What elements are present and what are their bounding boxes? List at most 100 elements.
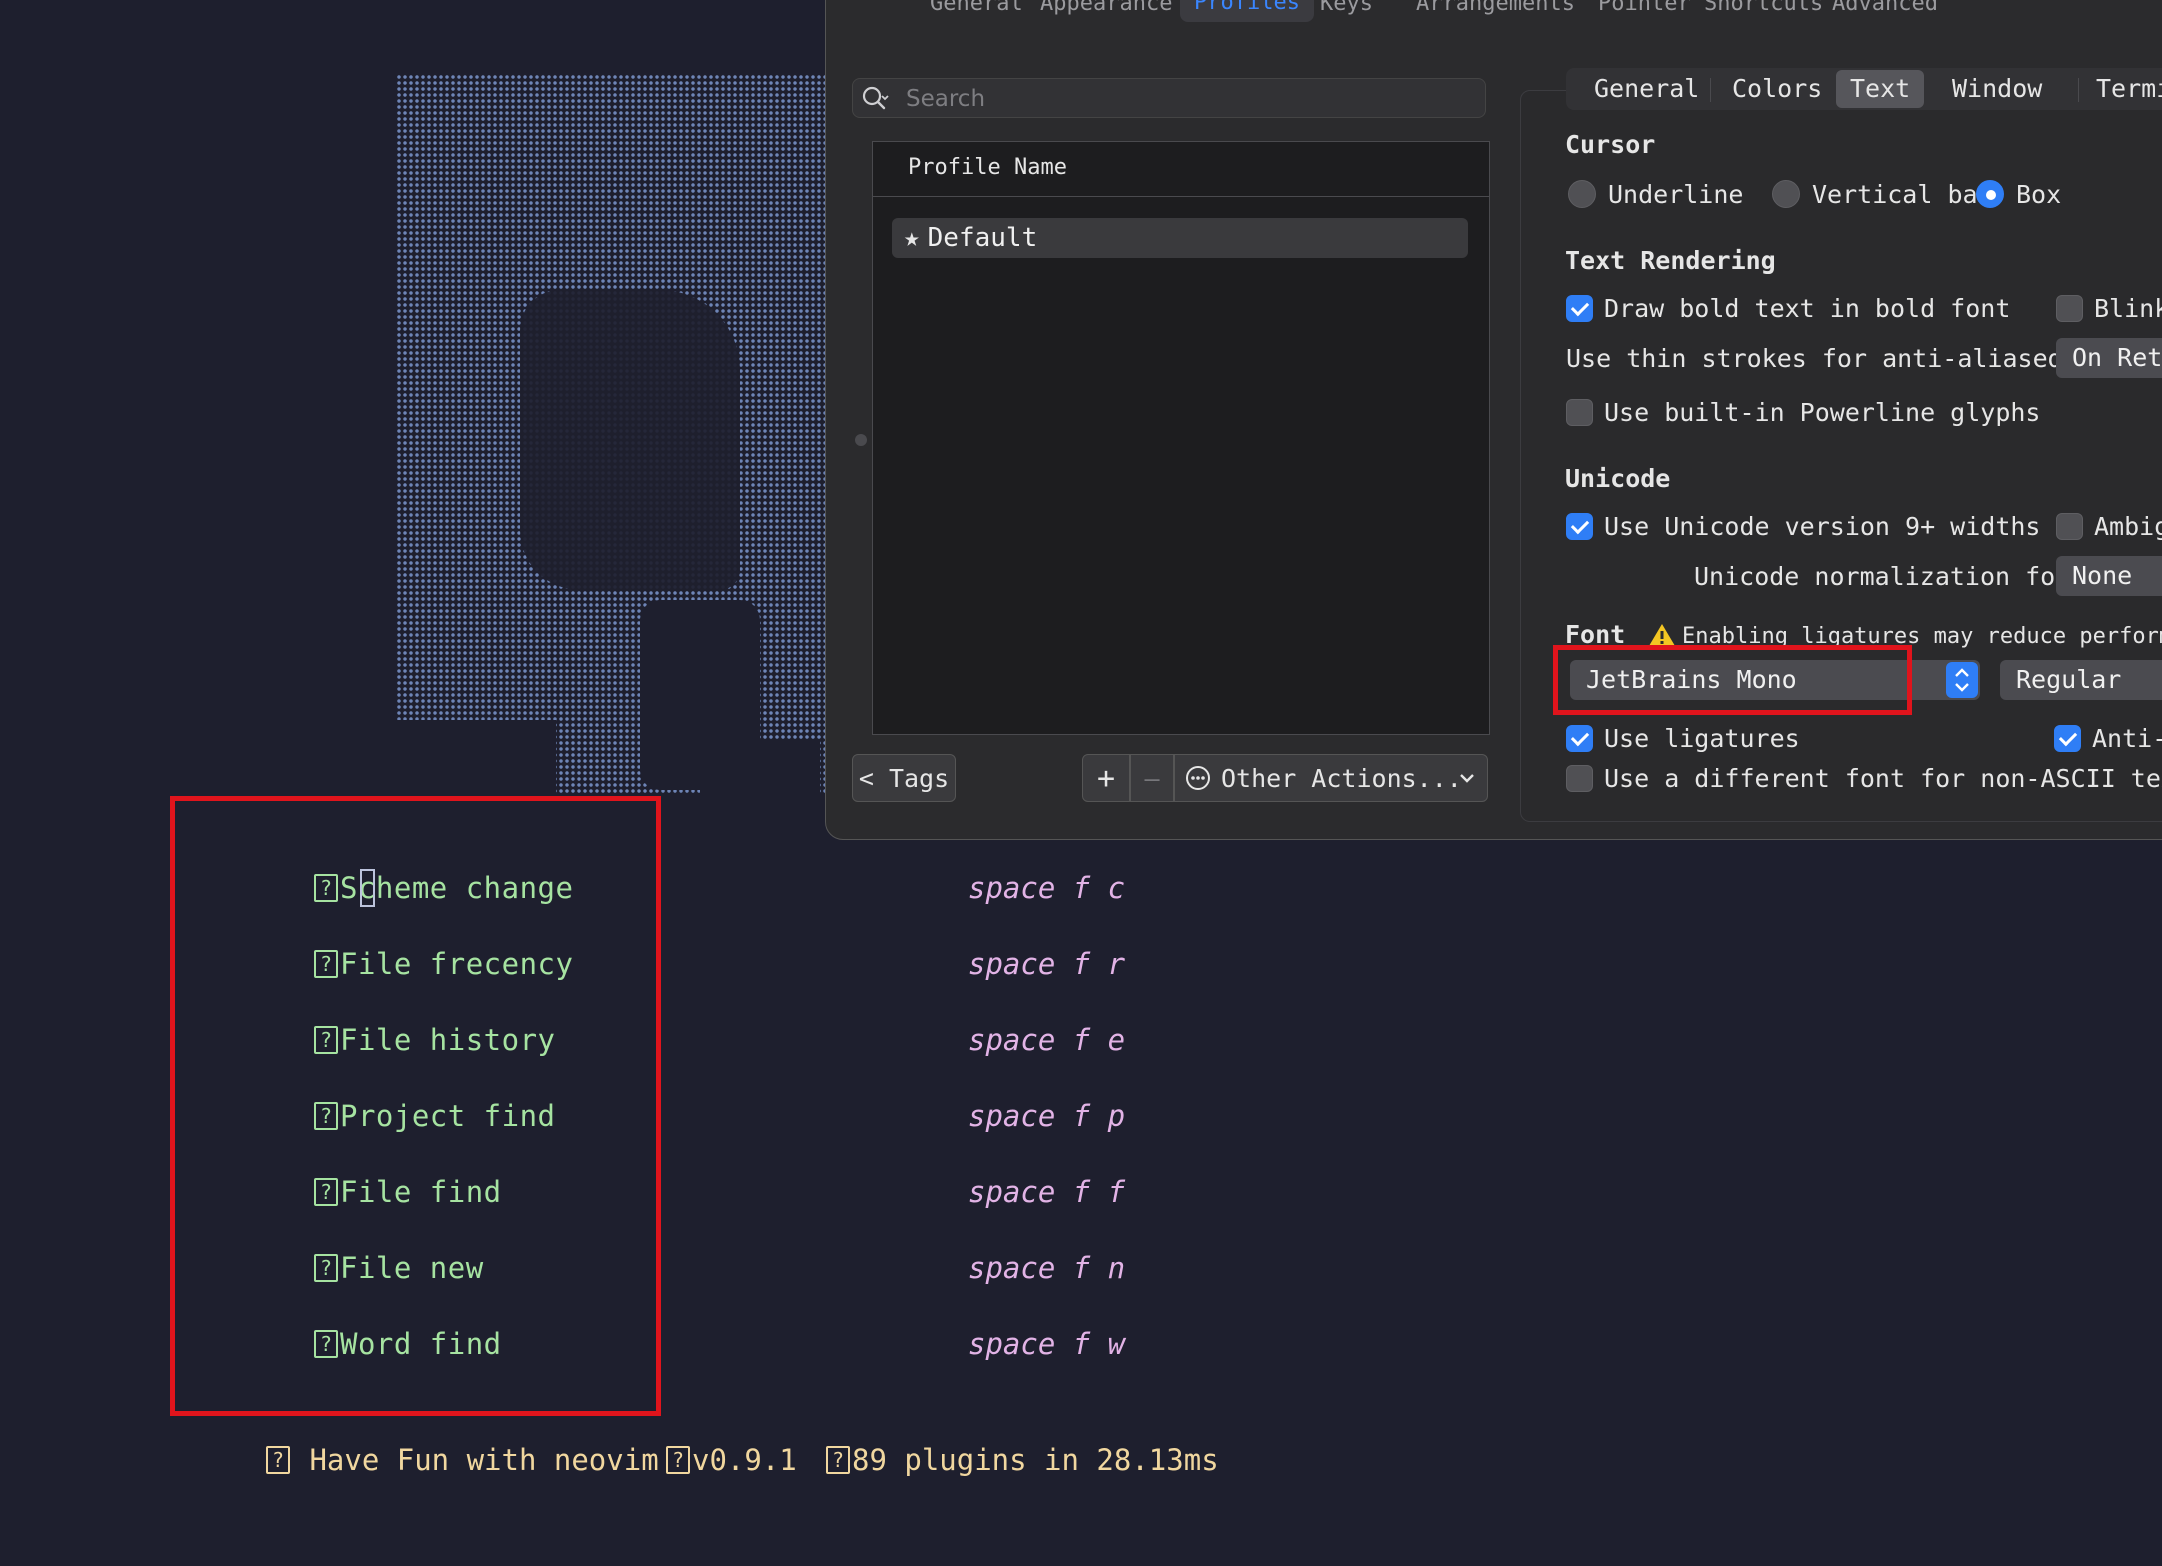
dashboard-item-label: File frecency [340,947,574,981]
profile-item-label: Default [927,223,1038,253]
tab-pointer[interactable]: Pointer [1598,0,1691,40]
dashboard-item-key: space f p [968,1099,1126,1133]
anti-aliased-checkbox[interactable] [2054,725,2081,752]
dashboard-item[interactable]: ? File frecency [314,944,573,984]
non-ascii-font-label: Use a different font for non-ASCII text [1604,764,2162,793]
profile-item-default[interactable]: ★ Default [892,218,1468,258]
tags-button[interactable]: < Tags [852,754,956,802]
subtab-general[interactable]: General [1580,70,1713,108]
cursor-box-label: Box [2016,180,2062,209]
highlight-box-font [1553,645,1912,715]
profile-column-title: Profile Name [908,155,1067,180]
updown-chevron-icon [1955,668,1969,692]
tab-appearance[interactable]: Appearance [1040,0,1172,40]
item-icon: ? [314,1026,338,1054]
footer-version: v0.9.1 [692,1443,797,1477]
chevron-down-icon [1460,774,1474,783]
footer-icon: ? [266,1446,290,1474]
cursor-box-radio[interactable] [1976,180,2004,208]
dashboard-item[interactable]: ? Word find [314,1324,502,1364]
dashboard-item-key: space f f [968,1175,1126,1209]
star-icon: ★ [904,223,920,253]
profile-list-header[interactable]: Profile Name [872,141,1490,197]
normalization-popup[interactable]: None [2056,556,2162,596]
unicode-widths-label: Use Unicode version 9+ widths [1604,512,2041,541]
dashboard-footer: ? Have Fun with neovim [266,1440,659,1480]
draw-bold-label: Draw bold text in bold font [1604,294,2011,323]
thin-strokes-popup[interactable]: On Retin [2056,338,2162,378]
item-icon: ? [314,1254,338,1282]
ellipsis-circle-icon [1186,766,1210,790]
dashboard-item-label: Word find [340,1327,502,1361]
tab-general[interactable]: General [930,0,1023,40]
anti-aliased-label: Anti-a [2092,724,2162,753]
cursor-underline-label: Underline [1608,180,1744,209]
tab-shortcuts[interactable]: Shortcuts [1704,0,1823,40]
search-icon [862,86,889,110]
subtab-colors[interactable]: Colors [1718,70,1836,108]
dashboard-item-key: space f c [968,871,1126,905]
ligatures-checkbox[interactable] [1566,725,1593,752]
cursor-vertical-bar-label: Vertical bar [1812,180,1993,209]
cursor-section-title: Cursor [1565,130,1656,159]
add-profile-button[interactable]: + [1082,754,1130,802]
subtab-divider [1710,78,1711,102]
blinking-label: Blinkin [2094,294,2162,323]
dashboard-item-label: File new [340,1251,484,1285]
subtab-text[interactable]: Text [1836,70,1925,108]
item-icon: ? [314,950,338,978]
tab-profiles[interactable]: Profiles [1180,0,1314,22]
powerline-label: Use built-in Powerline glyphs [1604,398,2041,427]
draw-bold-checkbox[interactable] [1566,295,1593,322]
search-input[interactable] [904,80,1468,118]
cursor-vertical-bar-radio[interactable] [1772,180,1800,208]
footer-plugins: 89 plugins in 28.13ms [852,1443,1219,1477]
font-family-stepper[interactable] [1946,662,1978,698]
dashboard-item-label: Project find [340,1099,556,1133]
item-icon: ? [314,1330,338,1358]
unicode-widths-checkbox[interactable] [1566,513,1593,540]
item-icon: ? [314,1178,338,1206]
tab-arrangements[interactable]: Arrangements [1416,0,1575,40]
remove-profile-button[interactable]: — [1130,754,1174,802]
subtab-terminal[interactable]: Termi [2082,70,2162,108]
ascii-art-shadow [396,720,556,800]
dashboard-item-label: Scheme change [340,871,574,905]
tab-advanced[interactable]: Advanced [1832,0,1938,40]
dashboard-item[interactable]: ? File find [314,1172,502,1212]
font-style-popup[interactable]: Regular [2000,660,2162,700]
terminal-cursor [360,869,375,907]
footer-icon: ? [826,1446,850,1474]
item-icon: ? [314,874,338,902]
blinking-checkbox[interactable] [2056,295,2083,322]
ligatures-label: Use ligatures [1604,724,1800,753]
other-actions-button[interactable]: Other Actions... [1174,754,1488,802]
normalization-label: Unicode normalization form: [1694,562,2101,591]
non-ascii-font-checkbox[interactable] [1566,765,1593,792]
tab-keys[interactable]: Keys [1320,0,1373,40]
dashboard-item-key: space f w [968,1327,1126,1361]
dashboard-item-key: space f r [968,947,1126,981]
ambiguous-checkbox[interactable] [2056,513,2083,540]
cursor-underline-radio[interactable] [1568,180,1596,208]
item-icon: ? [314,1102,338,1130]
ascii-art-shadow [700,740,820,800]
ascii-art-shadow [520,290,740,590]
dashboard-item[interactable]: ? Project find [314,1096,556,1136]
dashboard-item-label: File find [340,1175,502,1209]
footer-icon: ? [666,1446,690,1474]
dashboard-footer-plugins: ? 89 plugins in 28.13ms [826,1440,1219,1480]
dashboard-item-key: space f e [968,1023,1126,1057]
dashboard-item[interactable]: ? Scheme change [314,868,573,908]
subtab-divider [2078,78,2079,102]
dashboard-item[interactable]: ? File new [314,1248,484,1288]
split-handle[interactable] [855,434,867,446]
dashboard-footer-version: ? v0.9.1 [666,1440,797,1480]
unicode-section-title: Unicode [1565,464,1671,493]
dashboard-item[interactable]: ? File history [314,1020,556,1060]
other-actions-label: Other Actions... [1221,763,1462,793]
subtab-window[interactable]: Window [1938,70,2056,108]
footer-message: Have Fun with neovim [292,1443,659,1477]
powerline-checkbox[interactable] [1566,399,1593,426]
ambiguous-label: Ambig [2094,512,2162,541]
